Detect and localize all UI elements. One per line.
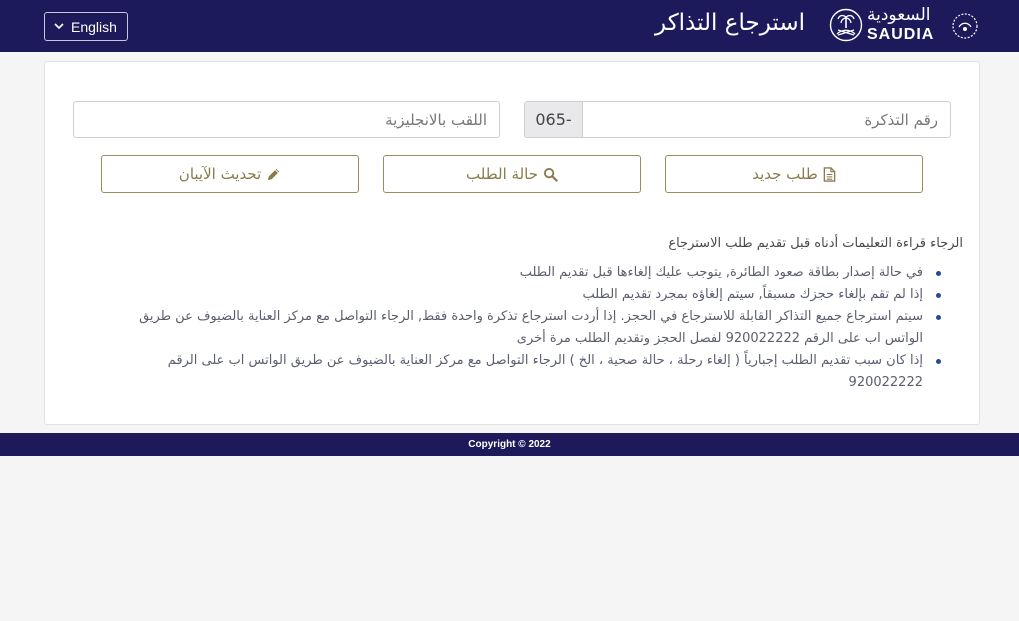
request-status-button[interactable]: حالة الطلب (383, 155, 641, 193)
palm-swords-emblem-icon (829, 8, 863, 42)
new-request-label: طلب جديد (752, 165, 818, 183)
instruction-item: في حالة إصدار بطاقة صعود الطائرة, يتوجب … (103, 262, 941, 284)
instruction-item: إذا لم تقم بإلغاء حجزك مسبقاً, سيتم إلغا… (103, 284, 941, 306)
chevron-down-icon (53, 21, 65, 33)
language-label: English (71, 18, 117, 35)
alliance-seal-icon (952, 13, 978, 39)
instruction-item: سيتم استرجاع جميع التذاكر القابلة للاستر… (103, 306, 941, 350)
footer: Copyright © 2022 (0, 433, 1019, 456)
copyright-text: Copyright © 2022 (468, 439, 551, 450)
new-request-button[interactable]: طلب جديد (665, 155, 923, 193)
update-iban-button[interactable]: تحديث الآيبان (101, 155, 359, 193)
page-title: استرجاع التذاكر (655, 10, 805, 36)
search-icon (543, 167, 558, 182)
instructions-list: في حالة إصدار بطاقة صعود الطائرة, يتوجب … (103, 262, 963, 394)
update-iban-label: تحديث الآيبان (178, 165, 262, 183)
ticket-prefix: 065- (525, 102, 583, 137)
instruction-item: إذا كان سبب تقديم الطلب إجبارياً ( إلغاء… (103, 350, 941, 394)
logo-arabic-text: السعودية (867, 5, 931, 25)
pencil-icon (268, 168, 280, 180)
instructions-section: الرجاء قراءة التعليمات أدناه قبل تقديم ط… (103, 234, 963, 394)
ticket-number-input[interactable] (583, 102, 950, 137)
surname-field[interactable] (73, 101, 500, 138)
saudia-logo[interactable]: السعودية SAUDIA (829, 5, 981, 46)
ticket-number-field[interactable]: 065- (524, 101, 951, 138)
surname-input[interactable] (74, 102, 499, 137)
file-text-icon (823, 166, 836, 182)
logo-english-text: SAUDIA (867, 26, 935, 43)
top-navbar: English استرجاع التذاكر السعودية SAUDIA (0, 0, 1019, 52)
language-dropdown-button[interactable]: English (44, 12, 128, 41)
refund-form-card: 065- تحديث الآيبان حالة الطلب طلب جديد ا… (44, 61, 980, 425)
instructions-intro: الرجاء قراءة التعليمات أدناه قبل تقديم ط… (668, 236, 963, 251)
request-status-label: حالة الطلب (466, 165, 538, 183)
